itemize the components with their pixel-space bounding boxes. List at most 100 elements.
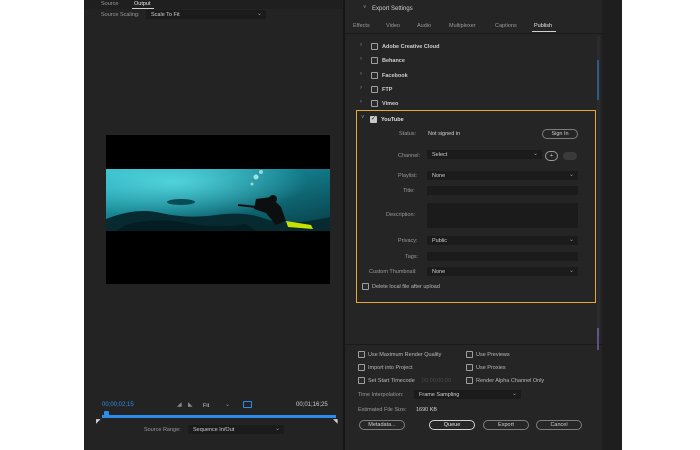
preview-tab-bar [84,0,342,9]
description-label: Description: [386,212,416,218]
tab-effects[interactable]: Effects [353,23,370,29]
checkbox-import-into-project[interactable] [358,364,365,371]
queue-button[interactable]: Queue [429,420,475,430]
use-max-render-quality-label: Use Maximum Render Quality [368,352,442,358]
expand-triangle-icon[interactable]: › [360,85,362,91]
import-into-project-label: Import into Project [368,365,413,371]
export-button[interactable]: Export [483,420,529,430]
tab-multiplexer[interactable]: Multiplexer [449,23,476,29]
sign-in-button[interactable]: Sign In [542,129,578,139]
mark-out-icon[interactable]: ◣ [188,401,193,408]
current-timecode[interactable]: 00;00;02;15 [102,402,134,408]
source-scaling-value: Scale To Fit [151,12,180,18]
render-alpha-only-label: Render Alpha Channel Only [476,378,545,384]
file-size-value: 1690 KB [416,407,438,413]
aspect-ratio-icon[interactable] [243,401,252,408]
use-previews-label: Use Previews [476,352,510,358]
checkbox-vimeo[interactable] [371,100,378,107]
chevron-down-icon: ⌄ [256,11,262,17]
timeline-track[interactable] [102,415,336,418]
edge-accent-bottom [597,328,599,350]
chevron-down-icon: ⌄ [274,426,280,432]
chevron-down-icon: ⌄ [532,151,538,157]
tab-captions[interactable]: Captions [495,23,517,29]
video-preview-frame [106,135,330,284]
in-point-marker[interactable]: ◤ [96,418,101,425]
checkbox-youtube[interactable] [370,115,377,123]
custom-thumbnail-dropdown[interactable]: None ⌄ [427,267,578,276]
tab-source[interactable]: Source [101,1,118,7]
expand-triangle-icon[interactable]: › [360,99,362,105]
options-divider [345,344,602,345]
collapse-triangle-icon[interactable]: ˅ [363,5,367,11]
use-proxies-label: Use Proxies [476,365,506,371]
playhead[interactable] [104,411,109,416]
preview-panel: Source Output Source Scaling: Scale To F… [84,0,342,450]
privacy-dropdown[interactable]: Public ⌄ [427,236,578,245]
time-interpolation-value: Frame Sampling [419,392,460,398]
out-point-marker[interactable]: ◥ [333,418,338,425]
checkbox-behance[interactable] [371,57,378,64]
checkbox-use-proxies[interactable] [466,364,473,371]
tags-input[interactable] [427,252,578,261]
tab-video[interactable]: Video [386,23,400,29]
chevron-down-icon: ⌄ [224,402,230,408]
expand-triangle-icon[interactable]: › [360,71,362,77]
source-range-label: Source Range: [144,427,181,433]
playlist-label: Playlist: [398,173,417,179]
checkbox-adobe-creative-cloud[interactable] [371,43,378,50]
checkbox-use-max-render-quality[interactable] [358,351,365,358]
destination-label: Behance [382,58,405,64]
source-scaling-label: Source Scaling: [101,12,140,18]
playlist-value: None [432,173,446,179]
privacy-label: Privacy: [398,238,418,244]
checkbox-delete-local-file[interactable] [362,283,369,290]
source-scaling-dropdown[interactable]: Scale To Fit ⌄ [146,10,266,19]
zoom-dropdown[interactable]: Fit ⌄ [198,401,234,410]
description-textarea[interactable] [427,203,578,228]
checkbox-facebook[interactable] [371,72,378,79]
settings-panel: ˅ Export Settings Effects Video Audio Mu… [345,0,602,450]
custom-thumbnail-label: Custom Thumbnail: [369,269,417,275]
channel-dropdown[interactable]: Select ⌄ [427,150,542,159]
channel-value: Select [432,152,448,158]
zoom-value: Fit [203,403,210,409]
cancel-button[interactable]: Cancel [536,420,582,430]
refresh-channel-button[interactable] [563,152,577,160]
youtube-label: YouTube [381,117,404,123]
title-input[interactable] [427,186,578,195]
expand-triangle-icon[interactable]: › [360,42,362,48]
tab-publish[interactable]: Publish [534,23,552,29]
tab-output-underline [132,8,154,9]
checkbox-use-previews[interactable] [466,351,473,358]
collapse-triangle-icon[interactable]: ˅ [361,115,365,121]
checkbox-ftp[interactable] [371,86,378,93]
start-timecode-value: 00;00;00;00 [422,378,452,384]
status-label: Status: [399,131,417,137]
mark-in-icon[interactable]: ◢ [177,401,182,408]
checkbox-render-alpha-only[interactable] [466,377,473,384]
metadata-button[interactable]: Metadata... [359,420,405,430]
add-channel-button[interactable]: + [545,151,558,161]
source-range-dropdown[interactable]: Sequence In/Out ⌄ [188,425,284,434]
time-interpolation-label: Time Interpolation: [358,392,404,398]
time-interpolation-dropdown[interactable]: Frame Sampling ⌄ [414,390,521,399]
playlist-dropdown[interactable]: None ⌄ [427,171,578,180]
export-settings-title[interactable]: Export Settings [372,6,413,12]
file-size-label: Estimated File Size: [358,407,407,413]
destination-label: FTP [382,87,393,93]
set-start-timecode-label: Set Start Timecode [368,378,415,384]
tab-audio[interactable]: Audio [417,23,431,29]
chevron-down-icon: ⌄ [568,237,574,243]
expand-triangle-icon[interactable]: › [360,56,362,62]
checkbox-set-start-timecode[interactable] [358,377,365,384]
edge-accent-top [597,60,599,100]
tab-output[interactable]: Output [134,1,151,7]
chevron-down-icon: ⌄ [568,268,574,274]
destination-label: Adobe Creative Cloud [382,44,440,50]
chevron-down-icon: ⌄ [511,391,517,397]
chevron-down-icon: ⌄ [568,172,574,178]
tab-publish-underline [532,31,556,32]
tab-bar-line [345,33,602,34]
video-still-image [106,169,330,231]
